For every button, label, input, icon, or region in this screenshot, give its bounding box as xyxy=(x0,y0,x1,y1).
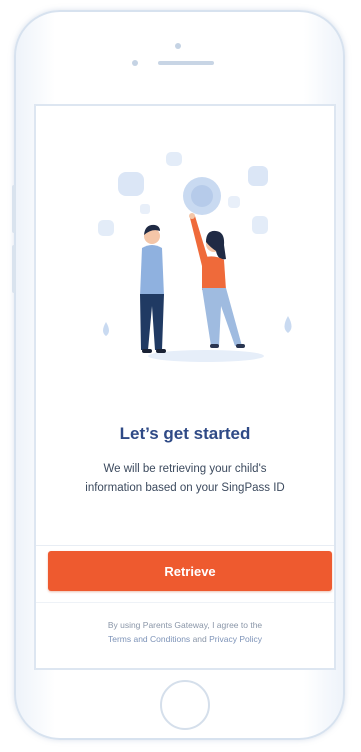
bubble-shape xyxy=(166,152,182,166)
onboarding-illustration xyxy=(98,152,292,362)
description-line: We will be retrieving your child's xyxy=(103,463,267,475)
floating-bubbles xyxy=(98,152,268,236)
woman-figure xyxy=(189,213,245,348)
bubble-shape xyxy=(98,220,114,236)
bubble-shape xyxy=(248,166,268,186)
bubble-shape xyxy=(140,204,150,214)
consent-prefix: By using Parents Gateway, I agree to the xyxy=(107,620,263,630)
phone-camera xyxy=(175,43,181,49)
man-shoe xyxy=(156,349,166,353)
man-shoe xyxy=(142,349,152,353)
page-description: We will be retrieving your child's infor… xyxy=(60,460,310,498)
divider xyxy=(36,545,334,546)
drop-shape xyxy=(284,316,292,333)
phone-side-button xyxy=(12,245,16,293)
bubble-shape xyxy=(228,196,240,208)
consent-text: By using Parents Gateway, I agree to the… xyxy=(64,618,306,646)
woman-shoe xyxy=(210,344,219,348)
terms-link[interactable]: Terms and Conditions xyxy=(108,634,190,644)
phone-front-camera xyxy=(132,60,138,66)
page-title: Let’s get started xyxy=(119,424,251,443)
man-pants xyxy=(140,294,164,350)
bubble-shape xyxy=(118,172,144,196)
privacy-link[interactable]: Privacy Policy xyxy=(209,634,262,644)
consent-and: and xyxy=(192,634,207,644)
drop-shape xyxy=(103,322,109,336)
water-drops xyxy=(103,316,292,336)
retrieve-button[interactable]: Retrieve xyxy=(48,551,332,591)
description-line: information based on your SingPass ID xyxy=(85,482,285,494)
woman-hair xyxy=(206,230,226,260)
man-top xyxy=(140,245,164,296)
phone-side-button xyxy=(12,185,16,233)
divider xyxy=(36,602,334,603)
bubble-large-inner xyxy=(191,185,213,207)
woman-pants xyxy=(202,288,242,346)
woman-shoe xyxy=(236,344,245,348)
bubble-shape xyxy=(252,216,268,234)
woman-top xyxy=(202,256,226,290)
phone-speaker xyxy=(158,61,214,65)
man-figure xyxy=(140,224,166,353)
phone-home-button xyxy=(160,680,210,730)
woman-hand xyxy=(189,213,195,219)
